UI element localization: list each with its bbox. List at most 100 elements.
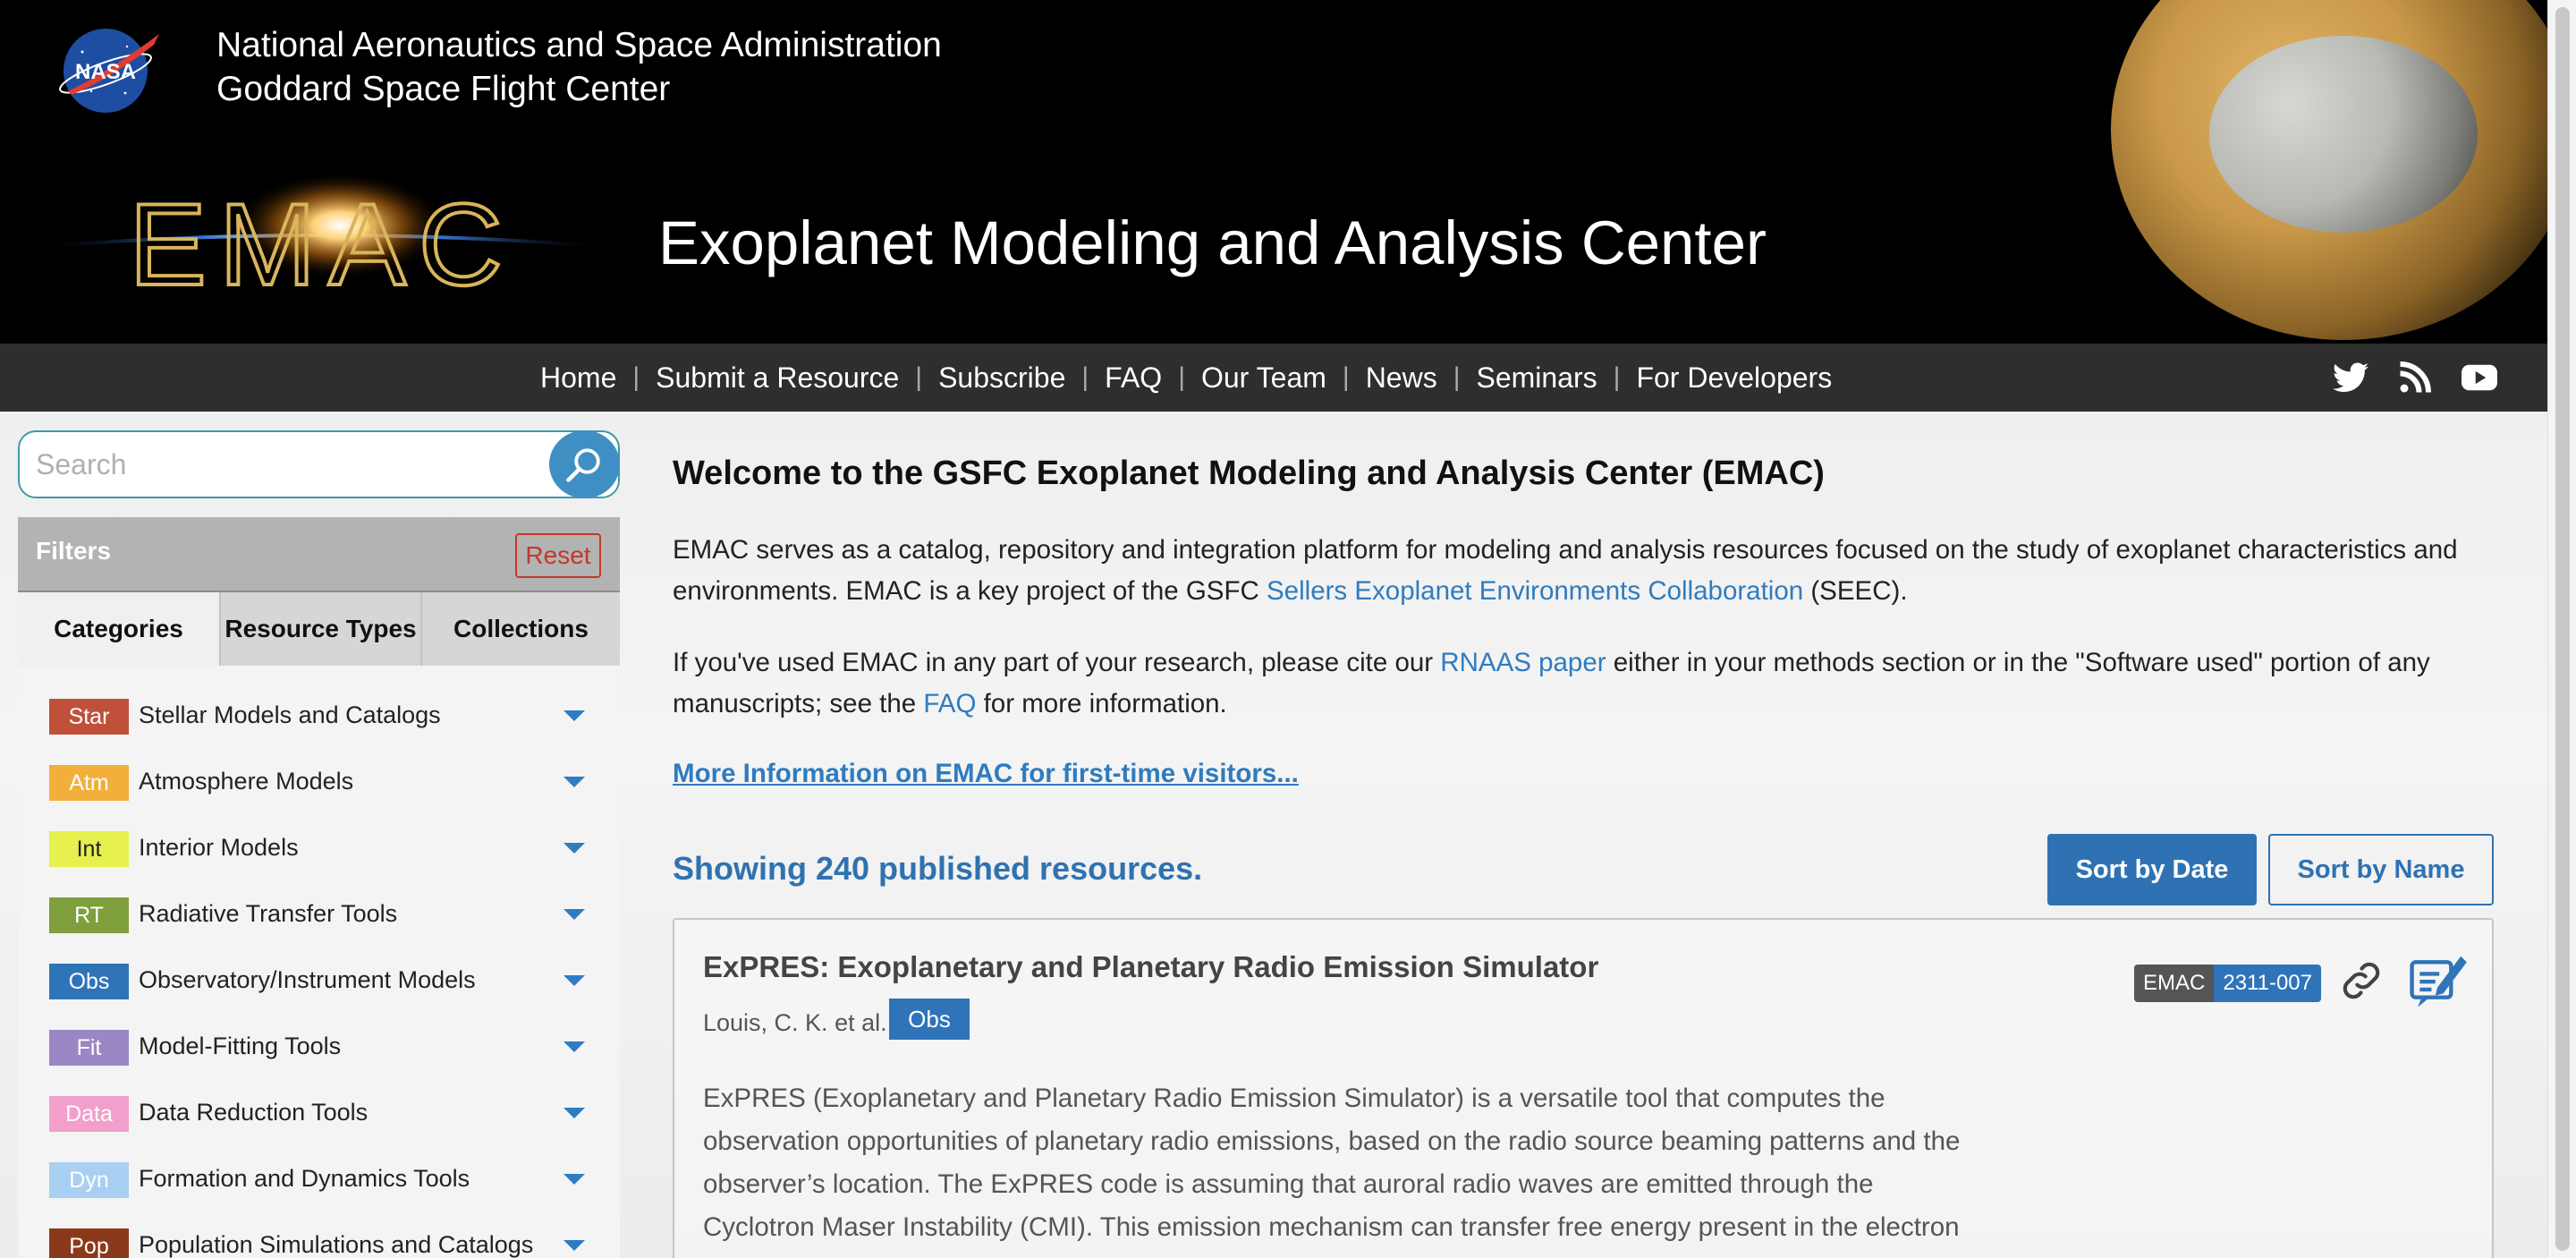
reset-button[interactable]: Reset <box>515 533 601 578</box>
nav-news[interactable]: News <box>1366 361 1437 395</box>
nav-separator: | <box>632 362 640 392</box>
social-links <box>2333 344 2497 412</box>
emac-logo-text: EMAC <box>129 179 515 310</box>
category-item[interactable]: Data Data Reduction Tools <box>18 1077 620 1143</box>
resource-description: ExPRES (Exoplanetary and Planetary Radio… <box>703 1084 1961 1242</box>
chevron-down-icon[interactable] <box>564 909 585 920</box>
category-list: Star Stellar Models and Catalogs Atm Atmosp… <box>18 666 620 1258</box>
category-item[interactable]: Atm Atmosphere Models <box>18 746 620 812</box>
sort-by-date-button[interactable]: Sort by Date <box>2047 834 2257 905</box>
category-label: Model-Fitting Tools <box>139 1033 342 1059</box>
filters-header: Filters Reset <box>18 517 620 591</box>
category-badge: Fit <box>49 1030 129 1066</box>
tab-collections[interactable]: Collections <box>420 592 620 666</box>
org-line-2: Goddard Space Flight Center <box>216 70 671 108</box>
rss-icon[interactable] <box>2399 361 2431 394</box>
rnaas-paper-link[interactable]: RNAAS paper <box>1440 648 1606 677</box>
nav-separator: | <box>1081 362 1089 392</box>
nav-home[interactable]: Home <box>540 361 616 395</box>
nasa-logo-text: NASA <box>75 60 136 84</box>
site-header: NASA National Aeronautics and Space Admi… <box>0 0 2547 344</box>
scrollbar-thumb[interactable] <box>2555 7 2570 1251</box>
category-item[interactable]: Int Interior Models <box>18 812 620 879</box>
nasa-logo[interactable]: NASA <box>55 27 161 115</box>
chevron-down-icon[interactable] <box>564 777 585 787</box>
category-label: Data Reduction Tools <box>139 1099 369 1126</box>
organization-name: National Aeronautics and Space Administr… <box>216 23 942 111</box>
nav-separator: | <box>915 362 923 392</box>
category-badge: RT <box>49 897 129 933</box>
chevron-down-icon[interactable] <box>564 710 585 721</box>
page-title: Welcome to the GSFC Exoplanet Modeling a… <box>673 455 1825 492</box>
chevron-down-icon[interactable] <box>564 1041 585 1052</box>
category-item[interactable]: Pop Population Simulations and Catalogs <box>18 1210 620 1258</box>
category-label: Stellar Models and Catalogs <box>139 701 441 728</box>
citation-paragraph: If you've used EMAC in any part of your … <box>673 642 2494 725</box>
resource-title[interactable]: ExPRES: Exoplanetary and Planetary Radio… <box>703 950 1598 984</box>
chevron-down-icon[interactable] <box>564 843 585 854</box>
search-box <box>18 430 620 498</box>
nav-separator: | <box>1178 362 1185 392</box>
category-item[interactable]: Obs Observatory/Instrument Models <box>18 945 620 1011</box>
emac-logo[interactable]: EMAC <box>36 170 608 313</box>
sort-by-name-button[interactable]: Sort by Name <box>2268 834 2494 905</box>
category-label: Atmosphere Models <box>139 768 354 795</box>
chevron-down-icon[interactable] <box>564 975 585 986</box>
category-label: Interior Models <box>139 834 299 861</box>
nav-for-developers[interactable]: For Developers <box>1636 361 1832 395</box>
category-label: Population Simulations and Catalogs <box>139 1231 534 1258</box>
category-item[interactable]: Star Stellar Models and Catalogs <box>18 680 620 746</box>
nav-submit-resource[interactable]: Submit a Resource <box>656 361 899 395</box>
tab-categories[interactable]: Categories <box>18 592 219 666</box>
twitter-icon[interactable] <box>2333 362 2368 393</box>
moon-image <box>2209 36 2478 233</box>
category-item[interactable]: Dyn Formation and Dynamics Tools <box>18 1143 620 1210</box>
page-scrollbar[interactable] <box>2547 0 2576 1258</box>
category-badge: Int <box>49 831 129 867</box>
link-icon[interactable] <box>2336 956 2386 1006</box>
chevron-down-icon[interactable] <box>564 1108 585 1118</box>
nav-faq[interactable]: FAQ <box>1105 361 1162 395</box>
site-title: Exoplanet Modeling and Analysis Center <box>658 208 1767 277</box>
seec-link[interactable]: Sellers Exoplanet Environments Collabora… <box>1267 576 1803 606</box>
tab-resource-types[interactable]: Resource Types <box>219 592 420 666</box>
filter-tabs: Categories Resource Types Collections <box>18 591 620 666</box>
category-badge: Obs <box>49 964 129 999</box>
category-badge: Dyn <box>49 1162 129 1198</box>
nav-seminars[interactable]: Seminars <box>1477 361 1597 395</box>
resource-category-tag[interactable]: Obs <box>889 999 970 1040</box>
category-label: Observatory/Instrument Models <box>139 966 476 993</box>
search-icon <box>566 448 600 482</box>
org-line-1: National Aeronautics and Space Administr… <box>216 26 942 64</box>
nav-our-team[interactable]: Our Team <box>1201 361 1326 395</box>
chevron-down-icon[interactable] <box>564 1240 585 1251</box>
emac-id-badge: EMAC 2311-007 <box>2134 965 2321 1002</box>
search-input[interactable] <box>36 432 555 497</box>
category-item[interactable]: RT Radiative Transfer Tools <box>18 879 620 945</box>
nav-separator: | <box>1342 362 1350 392</box>
emac-id-label: EMAC <box>2134 965 2215 1002</box>
chevron-down-icon[interactable] <box>564 1174 585 1185</box>
nav-separator: | <box>1613 362 1621 392</box>
resource-card: ExPRES: Exoplanetary and Planetary Radio… <box>673 918 2494 1258</box>
search-button[interactable] <box>549 430 620 498</box>
faq-link[interactable]: FAQ <box>923 689 976 718</box>
edit-icon[interactable] <box>2406 948 2469 1011</box>
more-info-link[interactable]: More Information on EMAC for first-time … <box>673 759 1299 789</box>
category-badge: Star <box>49 699 129 735</box>
youtube-icon[interactable] <box>2462 364 2497 391</box>
resource-count: Showing 240 published resources. <box>673 850 1203 887</box>
category-badge: Pop <box>49 1228 129 1258</box>
resource-authors: Louis, C. K. et al. <box>703 1009 887 1036</box>
category-badge: Atm <box>49 765 129 801</box>
nav-separator: | <box>1453 362 1461 392</box>
category-label: Formation and Dynamics Tools <box>139 1165 470 1192</box>
nav-subscribe[interactable]: Subscribe <box>938 361 1065 395</box>
citation-text: If you've used EMAC in any part of your … <box>673 648 1441 677</box>
intro-paragraph: EMAC serves as a catalog, repository and… <box>673 530 2494 612</box>
nav-links: Home | Submit a Resource | Subscribe | F… <box>540 344 1832 412</box>
category-item[interactable]: Fit Model-Fitting Tools <box>18 1011 620 1077</box>
emac-id-number: 2311-007 <box>2214 965 2321 1002</box>
category-label: Radiative Transfer Tools <box>139 900 398 927</box>
intro-text-end: (SEEC). <box>1803 576 1908 606</box>
